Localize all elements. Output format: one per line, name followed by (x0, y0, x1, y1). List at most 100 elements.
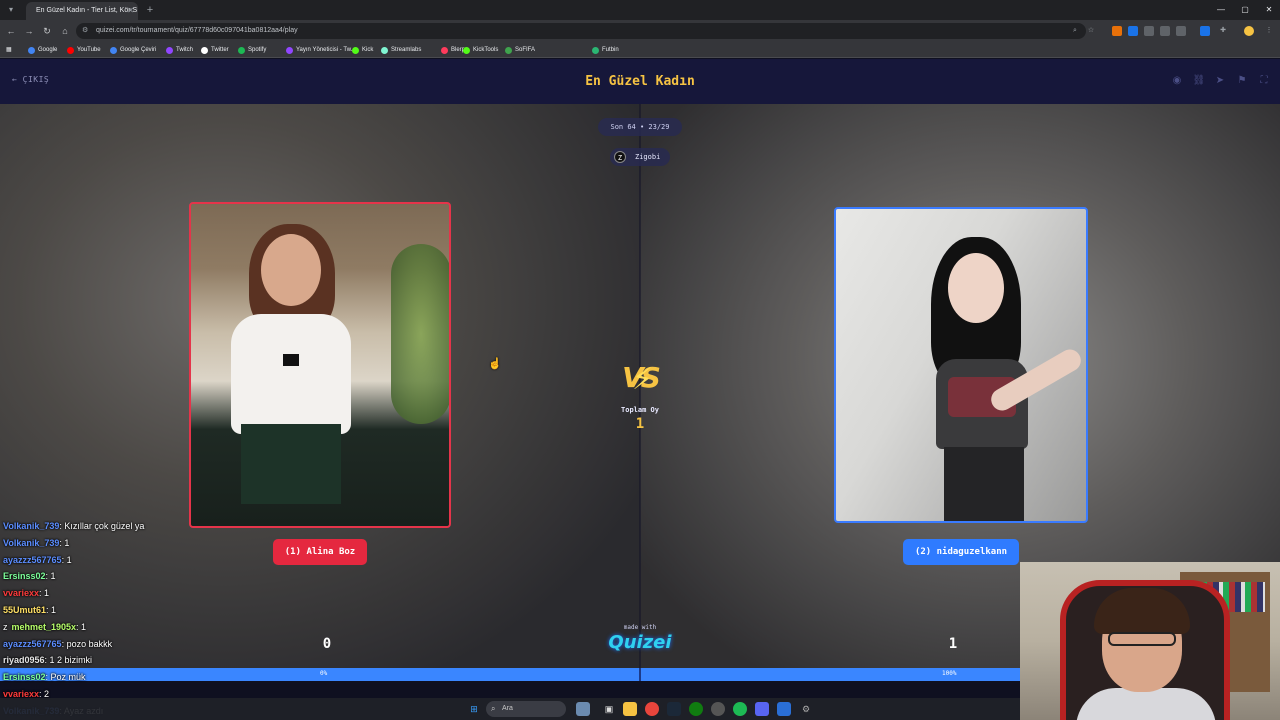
extension-icon[interactable] (1112, 26, 1122, 36)
progress-midline (639, 668, 641, 681)
extension-icon[interactable] (1176, 26, 1186, 36)
search-label: Ara (502, 705, 513, 712)
left-percent: 0% (320, 670, 328, 677)
quiz-title: En Güzel Kadın (585, 74, 695, 89)
bookmark-item[interactable]: Twitch (166, 44, 193, 56)
bookmark-favicon-icon (67, 46, 74, 54)
exit-label: ÇIKIŞ (22, 75, 50, 84)
chrome-icon[interactable] (645, 702, 659, 716)
bookmark-favicon-icon (381, 46, 388, 54)
home-icon[interactable]: ⌂ (58, 24, 72, 38)
file-explorer-icon[interactable] (623, 702, 637, 716)
menu-kebab-icon[interactable]: ⋮ (1264, 26, 1274, 36)
tab-title: En Güzel Kadın - Tier List, Kör S (36, 7, 138, 14)
bow-shape (283, 354, 299, 366)
discord-icon[interactable] (755, 702, 769, 716)
chat-text: : pozo bakkk (61, 638, 113, 649)
bookmark-star-icon[interactable]: ☆ (1086, 26, 1096, 36)
close-tab-icon[interactable]: ✕ (127, 2, 134, 20)
bookmark-favicon-icon (110, 46, 117, 54)
share-icon[interactable]: ➤ (1213, 74, 1227, 88)
chat-text: : 1 (39, 588, 50, 599)
forward-icon[interactable]: → (22, 24, 36, 38)
bookmark-item[interactable]: Yayın Yöneticisi - Tw... (286, 44, 356, 56)
bookmark-item[interactable]: YouTube (67, 44, 101, 56)
steam-icon[interactable] (667, 702, 681, 716)
bookmark-item[interactable]: Spotify (238, 44, 266, 56)
zoom-icon[interactable]: ⌕ (1070, 26, 1080, 36)
right-contestant-button[interactable]: (2) nidaguzelkann (903, 539, 1019, 565)
bookmark-favicon-icon (505, 46, 512, 54)
chat-text: : Poz mük (45, 672, 86, 683)
minimize-icon[interactable]: — (1210, 0, 1232, 20)
bookmark-item[interactable]: Streamlabs (381, 44, 421, 56)
obs-icon[interactable] (711, 702, 725, 716)
chat-username: mehmet_1905x (11, 621, 77, 632)
left-contestant-photo[interactable] (189, 202, 451, 528)
new-tab-icon[interactable]: + (142, 2, 158, 18)
bookmark-item[interactable]: Google Çeviri (110, 44, 156, 56)
address-bar[interactable]: quizei.com/tr/tournament/quiz/67778d60c0… (76, 23, 1086, 39)
bookmark-item[interactable]: Futbin (592, 44, 619, 56)
chat-message: riyad0956: 1 2 bizimki (3, 652, 303, 669)
user-avatar: Z (614, 151, 626, 163)
bookmark-label: Spotify (248, 47, 267, 53)
chat-badge: z (3, 621, 8, 632)
browser-tab-active[interactable]: En Güzel Kadın - Tier List, Kör S ✕ (26, 2, 138, 20)
chat-message: Volkanik_739: 1 (3, 535, 303, 552)
bookmark-label: Futbin (602, 47, 619, 53)
widgets-icon[interactable] (576, 702, 590, 716)
extensions-puzzle-icon[interactable]: ✚ (1218, 26, 1228, 36)
chat-text: : 1 2 bizimki (44, 655, 93, 666)
bookmark-favicon-icon (286, 46, 293, 54)
start-menu-icon[interactable]: ⊞ (467, 702, 481, 716)
site-info-icon[interactable]: ⚙ (82, 26, 92, 36)
chat-username: Ersinss02 (3, 571, 46, 582)
chat-username: 55Umut61 (3, 604, 47, 615)
taskbar-search[interactable]: ⌕ Ara (486, 701, 566, 717)
extension-icon[interactable] (1200, 26, 1210, 36)
extension-icon[interactable] (1144, 26, 1154, 36)
close-window-icon[interactable]: ✕ (1258, 0, 1280, 20)
task-view-icon[interactable]: ▣ (602, 702, 616, 716)
quizei-logo[interactable]: Quizei (596, 632, 684, 653)
pants-shape (944, 447, 1024, 521)
tab-search-icon[interactable]: ▾ (4, 3, 18, 17)
exit-button[interactable]: ← ÇIKIŞ (12, 75, 49, 84)
bookmark-favicon-icon (352, 46, 359, 54)
bookmark-favicon-icon (166, 46, 173, 54)
reload-icon[interactable]: ↻ (40, 24, 54, 38)
bookmark-item[interactable]: SoFIFA (505, 44, 535, 56)
plant-shape (391, 244, 449, 424)
webcam-feed (1020, 562, 1280, 720)
chat-username: riyad0956 (3, 655, 45, 666)
xbox-icon[interactable] (689, 702, 703, 716)
profile-avatar[interactable] (1244, 26, 1254, 36)
maximize-icon[interactable]: ▢ (1234, 0, 1256, 20)
extension-icon[interactable] (1160, 26, 1170, 36)
total-votes-value: 1 (635, 416, 645, 432)
bookmark-favicon-icon (238, 46, 245, 54)
spotify-icon[interactable] (733, 702, 747, 716)
photos-icon[interactable] (777, 702, 791, 716)
settings-icon[interactable]: ⚙ (799, 702, 813, 716)
chat-message: 55Umut61: 1 (3, 602, 303, 619)
bookmark-label: YouTube (77, 47, 101, 53)
search-icon: ⌕ (491, 704, 496, 713)
chat-message: ayazzz567765: 1 (3, 552, 303, 569)
back-icon[interactable]: ← (4, 24, 18, 38)
link-icon[interactable]: ⛓ (1192, 74, 1206, 88)
flag-icon[interactable]: ⚑ (1235, 74, 1249, 88)
bookmark-favicon-icon (592, 46, 599, 54)
bookmark-label: Google (38, 47, 58, 53)
bookmark-item[interactable]: Google (28, 44, 57, 56)
extension-icon[interactable] (1128, 26, 1138, 36)
fullscreen-icon[interactable]: ⛶ (1257, 74, 1271, 88)
right-contestant-photo[interactable] (834, 207, 1088, 523)
bookmark-item[interactable]: Twitter (201, 44, 229, 56)
bookmark-item[interactable]: KickTools (463, 44, 498, 56)
eye-icon[interactable]: ◉ (1170, 74, 1184, 88)
bookmark-item[interactable]: Blerp (441, 44, 465, 56)
apps-grid-icon[interactable]: ▦ (6, 44, 12, 56)
bookmark-item[interactable]: Kick (352, 44, 373, 56)
